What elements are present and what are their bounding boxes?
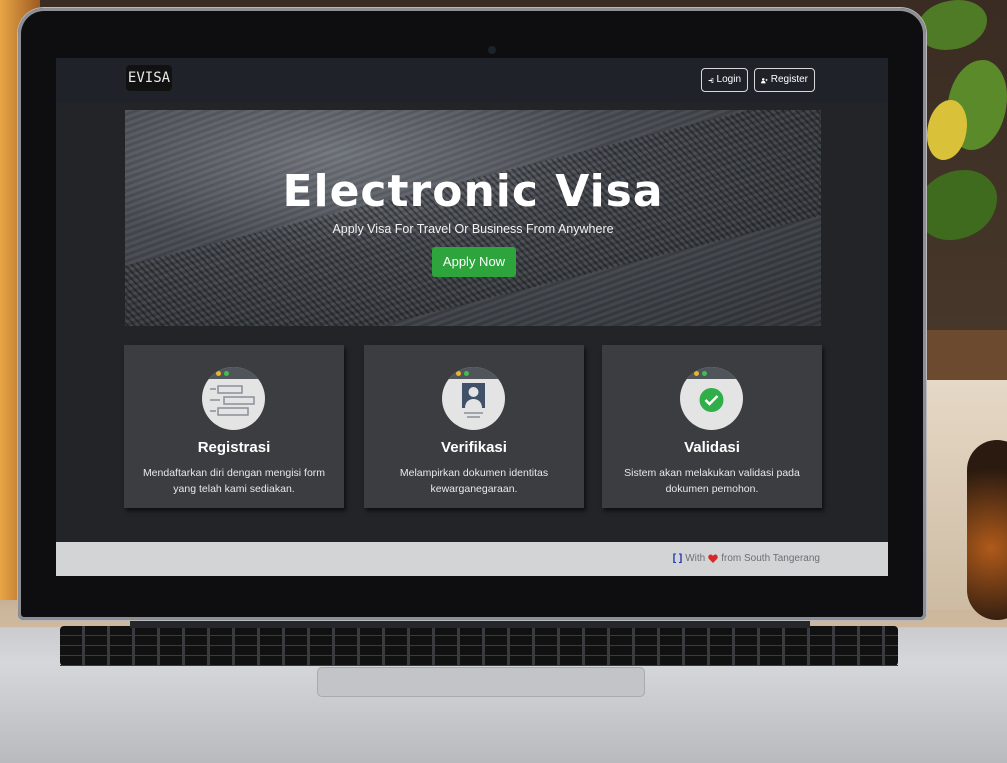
- heart-icon: [708, 554, 718, 563]
- form-icon: [202, 367, 265, 430]
- laptop-trackpad: [318, 668, 644, 696]
- footer-credit: [ ] With from South Tangerang: [673, 553, 820, 564]
- register-label: Register: [770, 74, 808, 85]
- plant-leaf: [927, 100, 967, 160]
- register-button[interactable]: Register: [754, 68, 815, 92]
- card-description: Sistem akan melakukan validasi pada doku…: [624, 467, 800, 495]
- card-title: Verifikasi: [441, 439, 507, 456]
- card-validasi: Validasi Sistem akan melakukan validasi …: [602, 345, 822, 508]
- card-registrasi: Registrasi Mendaftarkan diri dengan meng…: [124, 345, 344, 508]
- footer-from: from South Tangerang: [721, 553, 820, 564]
- login-button[interactable]: Login: [701, 68, 748, 92]
- check-circle-icon: [680, 367, 743, 430]
- hero-banner: Electronic Visa Apply Visa For Travel Or…: [125, 110, 821, 326]
- footer-with: With: [685, 553, 706, 564]
- plant-leaf: [917, 170, 997, 240]
- card-description: Melampirkan dokumen identitas kewarganeg…: [399, 467, 549, 495]
- plant-leaf: [917, 0, 987, 50]
- footer: [ ] With from South Tangerang: [56, 542, 888, 576]
- vase: [967, 440, 1007, 620]
- apply-now-button[interactable]: Apply Now: [432, 247, 516, 277]
- login-label: Login: [716, 74, 741, 85]
- card-verifikasi: Verifikasi Melampirkan dokumen identitas…: [364, 345, 584, 508]
- webcam: [488, 46, 496, 54]
- laptop-keyboard: [60, 626, 898, 666]
- brand-logo[interactable]: EVISA: [126, 65, 172, 91]
- navbar: EVISA Login Register: [56, 58, 888, 102]
- card-title: Validasi: [684, 439, 740, 456]
- hero-subtitle: Apply Visa For Travel Or Business From A…: [332, 222, 614, 236]
- user-id-icon: [442, 367, 505, 430]
- footer-brackets: [ ]: [672, 553, 683, 564]
- user-plus-icon: [761, 77, 768, 83]
- hero-title: Electronic Visa: [282, 166, 664, 217]
- laptop-screen: EVISA Login Register Electronic Visa App…: [56, 58, 888, 576]
- card-title: Registrasi: [197, 439, 271, 456]
- sign-in-icon: [708, 77, 714, 83]
- card-description: Mendaftarkan diri dengan mengisi form ya…: [142, 467, 326, 495]
